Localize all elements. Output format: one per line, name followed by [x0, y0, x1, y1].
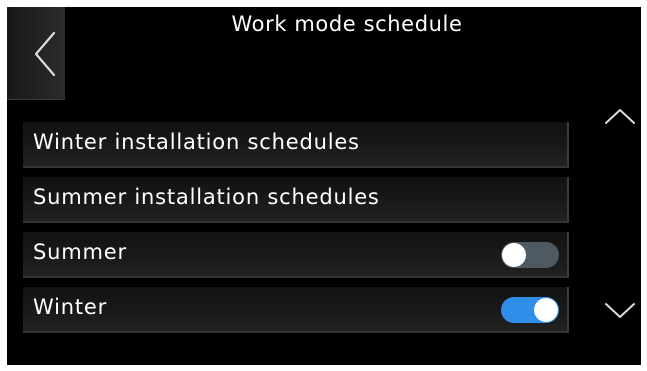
chevron-left-icon [34, 31, 56, 77]
summer-toggle[interactable] [501, 242, 559, 268]
list-item-label: Winter [33, 295, 108, 319]
scroll-down-button[interactable] [603, 297, 637, 323]
chevron-up-icon [605, 109, 635, 124]
list-item-summer-installation-schedules[interactable]: Summer installation schedules [23, 177, 569, 223]
list-item-label: Summer [33, 240, 127, 264]
toggle-knob [534, 298, 558, 322]
list-item-winter: Winter [23, 287, 569, 333]
screen: Work mode schedule Winter installation s… [7, 7, 641, 365]
list-item-label: Winter installation schedules [33, 130, 360, 154]
page-title: Work mode schedule [231, 12, 463, 36]
list-item-label: Summer installation schedules [33, 185, 380, 209]
list-item-winter-installation-schedules[interactable]: Winter installation schedules [23, 122, 569, 168]
scroll-up-button[interactable] [603, 104, 637, 130]
chevron-down-icon [605, 303, 635, 318]
list-item-summer: Summer [23, 232, 569, 278]
winter-toggle[interactable] [501, 297, 559, 323]
settings-list: Winter installation schedules Summer ins… [23, 122, 569, 342]
back-button[interactable] [7, 7, 65, 100]
toggle-knob [502, 243, 526, 267]
